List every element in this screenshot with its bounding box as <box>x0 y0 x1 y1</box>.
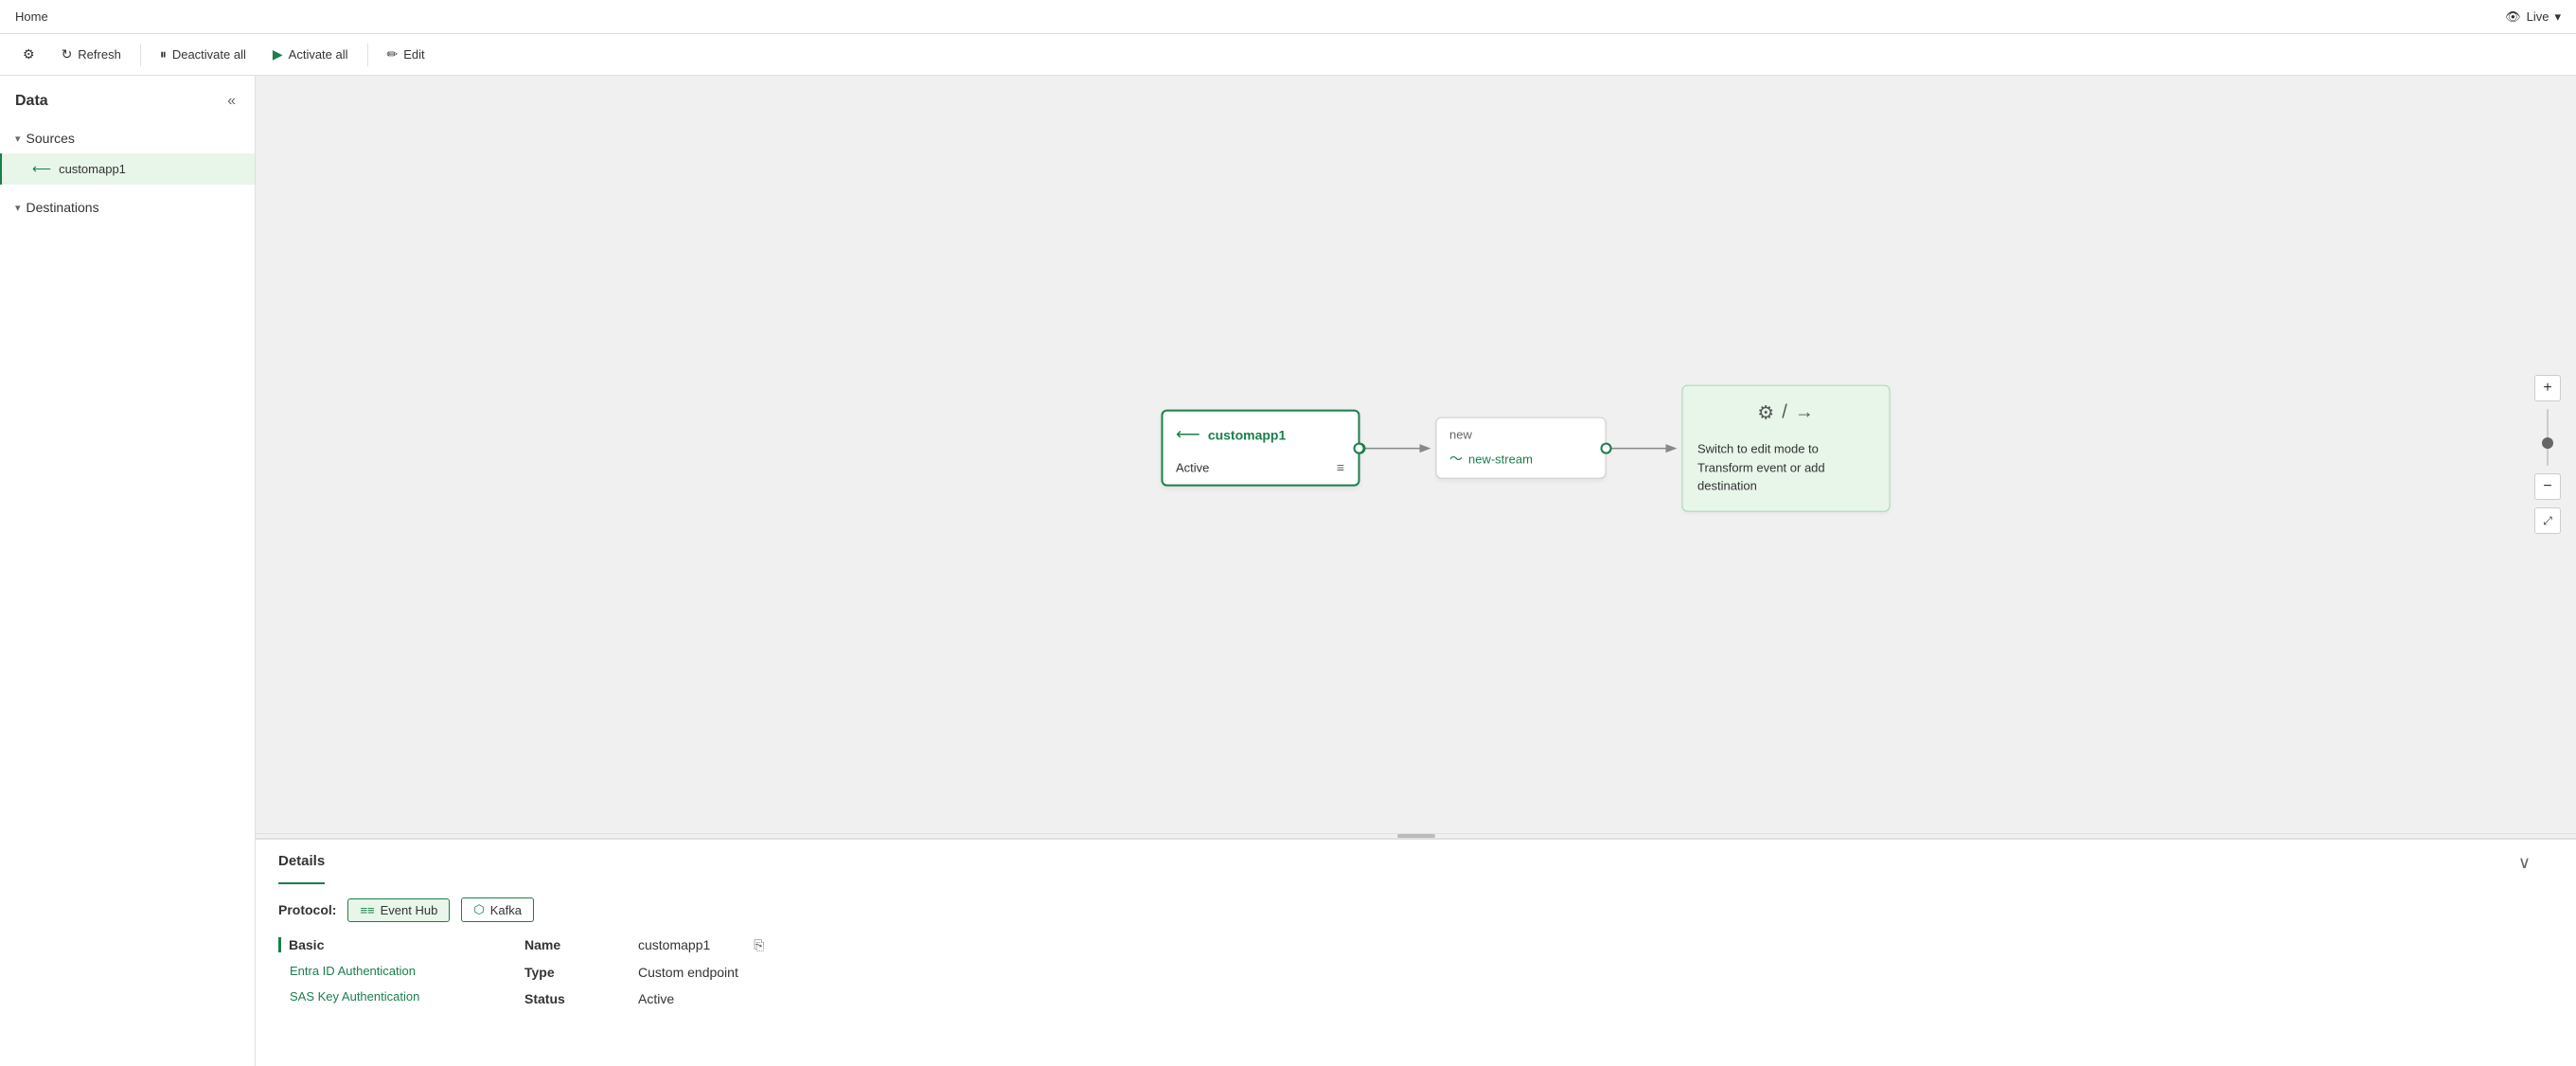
activate-icon: ▶ <box>273 46 283 62</box>
dest-icons: ⚙ / → <box>1697 401 1874 425</box>
canvas[interactable]: ⟵ customapp1 Active ≡ <box>256 76 2576 833</box>
event-hub-label: Event Hub <box>381 903 438 917</box>
flow-container: ⟵ customapp1 Active ≡ <box>1161 385 1890 512</box>
stream-node[interactable]: new 〜 new-stream <box>1435 418 1606 479</box>
stream-item-label: new-stream <box>1468 452 1533 466</box>
live-label: Live <box>2527 9 2549 24</box>
refresh-button[interactable]: ↻ Refresh <box>50 41 133 68</box>
name-value: customapp1 <box>638 937 710 952</box>
source-connector-right <box>1353 442 1364 453</box>
source-status-label: Active <box>1176 460 1209 474</box>
sas-key-auth-link[interactable]: SAS Key Authentication <box>278 989 468 1004</box>
divider-handle <box>1397 834 1435 838</box>
details-content: Basic Entra ID Authentication SAS Key Au… <box>278 937 2553 1018</box>
event-hub-icon: ≡≡ <box>360 903 374 917</box>
arrow-2 <box>1606 434 1681 462</box>
deactivate-icon: ⏸ <box>160 46 167 62</box>
source-node-title: customapp1 <box>1208 427 1286 442</box>
kafka-icon: ⬡ <box>473 902 484 917</box>
kafka-label: Kafka <box>490 903 522 917</box>
toolbar-divider-2 <box>367 44 368 66</box>
arrow-1 <box>1359 434 1435 462</box>
zoom-in-button[interactable]: + <box>2534 375 2561 401</box>
add-dest-icon: → <box>1795 402 1814 424</box>
eye-icon: 👁 <box>2505 9 2521 25</box>
destinations-label: Destinations <box>27 200 99 215</box>
details-nav: Basic Entra ID Authentication SAS Key Au… <box>278 937 468 1018</box>
kafka-tab[interactable]: ⬡ Kafka <box>461 897 534 922</box>
zoom-controls: + − ⤢ <box>2534 375 2561 534</box>
sidebar-collapse-button[interactable]: « <box>223 91 240 112</box>
live-indicator[interactable]: 👁 Live ▾ <box>2505 9 2561 25</box>
chevron-icon: ▾ <box>15 133 21 145</box>
main-layout: Data « ▾ Sources ⟵ customapp1 ▾ Destinat… <box>0 76 2576 1066</box>
stream-node-title: new <box>1449 428 1591 442</box>
chevron-down-icon: ▾ <box>2554 9 2561 25</box>
source-icon: ⟵ <box>32 161 51 177</box>
fit-icon: ⤢ <box>2543 514 2552 528</box>
toolbar: ⚙ ↻ Refresh ⏸ Deactivate all ▶ Activate … <box>0 34 2576 76</box>
sidebar-title: Data <box>15 93 48 110</box>
home-title: Home <box>15 9 48 24</box>
zoom-fit-button[interactable]: ⤢ <box>2534 507 2561 534</box>
details-collapse-button[interactable]: ∨ <box>2518 853 2531 873</box>
entra-id-auth-link[interactable]: Entra ID Authentication <box>278 964 468 978</box>
transform-icon: ⚙ <box>1757 401 1774 425</box>
sidebar-header: Data « <box>0 91 255 123</box>
status-label: Status <box>524 991 600 1006</box>
source-node-header: ⟵ customapp1 <box>1176 425 1344 445</box>
edit-icon: ✏ <box>387 46 399 62</box>
stream-icon: 〜 <box>1449 450 1463 469</box>
title-bar: Home 👁 Live ▾ <box>0 0 2576 34</box>
sources-section-header[interactable]: ▾ Sources <box>0 123 255 153</box>
sidebar: Data « ▾ Sources ⟵ customapp1 ▾ Destinat… <box>0 76 256 1066</box>
source-node-footer: Active ≡ <box>1176 460 1344 475</box>
type-field-row: Type Custom endpoint <box>524 965 2553 980</box>
source-node[interactable]: ⟵ customapp1 Active ≡ <box>1161 410 1359 487</box>
event-hub-tab[interactable]: ≡≡ Event Hub <box>347 898 450 922</box>
type-label: Type <box>524 965 600 980</box>
sources-label: Sources <box>27 131 75 146</box>
copy-name-icon[interactable]: ⎘ <box>754 937 764 953</box>
details-header: Details <box>278 840 325 884</box>
stream-connector-right <box>1600 442 1611 453</box>
refresh-icon: ↻ <box>62 46 73 62</box>
name-label: Name <box>524 937 600 952</box>
stream-item: 〜 new-stream <box>1449 450 1591 469</box>
settings-button[interactable]: ⚙ <box>11 41 46 68</box>
type-value: Custom endpoint <box>638 965 738 980</box>
details-panel: Details ∨ Protocol: ≡≡ Event Hub ⬡ Kafka <box>256 839 2576 1066</box>
basic-section-title: Basic <box>278 937 468 952</box>
zoom-slider-track[interactable] <box>2547 409 2549 466</box>
details-fields: Name customapp1 ⎘ Type Custom endpoint S… <box>524 937 2553 1018</box>
toolbar-divider-1 <box>140 44 141 66</box>
activate-all-button[interactable]: ▶ Activate all <box>261 41 360 68</box>
slash-divider: / <box>1782 402 1787 424</box>
dest-placeholder-text: Switch to edit mode to Transform event o… <box>1697 440 1874 496</box>
details-title: Details <box>278 853 325 875</box>
destinations-section-header[interactable]: ▾ Destinations <box>0 192 255 222</box>
protocol-section: Protocol: ≡≡ Event Hub ⬡ Kafka <box>278 897 2553 922</box>
gear-icon: ⚙ <box>23 46 35 62</box>
edit-button[interactable]: ✏ Edit <box>376 41 436 68</box>
source-node-icon: ⟵ <box>1176 425 1200 445</box>
zoom-slider-thumb <box>2542 437 2553 449</box>
protocol-label: Protocol: <box>278 902 336 917</box>
zoom-out-button[interactable]: − <box>2534 473 2561 500</box>
sidebar-item-label: customapp1 <box>59 162 126 176</box>
deactivate-all-button[interactable]: ⏸ Deactivate all <box>149 41 258 68</box>
canvas-area: ⟵ customapp1 Active ≡ <box>256 76 2576 1066</box>
chevron-dest-icon: ▾ <box>15 202 21 214</box>
status-value: Active <box>638 991 674 1006</box>
destination-placeholder: ⚙ / → Switch to edit mode to Transform e… <box>1681 385 1890 512</box>
sidebar-item-customapp1[interactable]: ⟵ customapp1 <box>0 153 255 185</box>
name-field-row: Name customapp1 ⎘ <box>524 937 2553 953</box>
source-menu-icon[interactable]: ≡ <box>1337 460 1344 475</box>
status-field-row: Status Active <box>524 991 2553 1006</box>
